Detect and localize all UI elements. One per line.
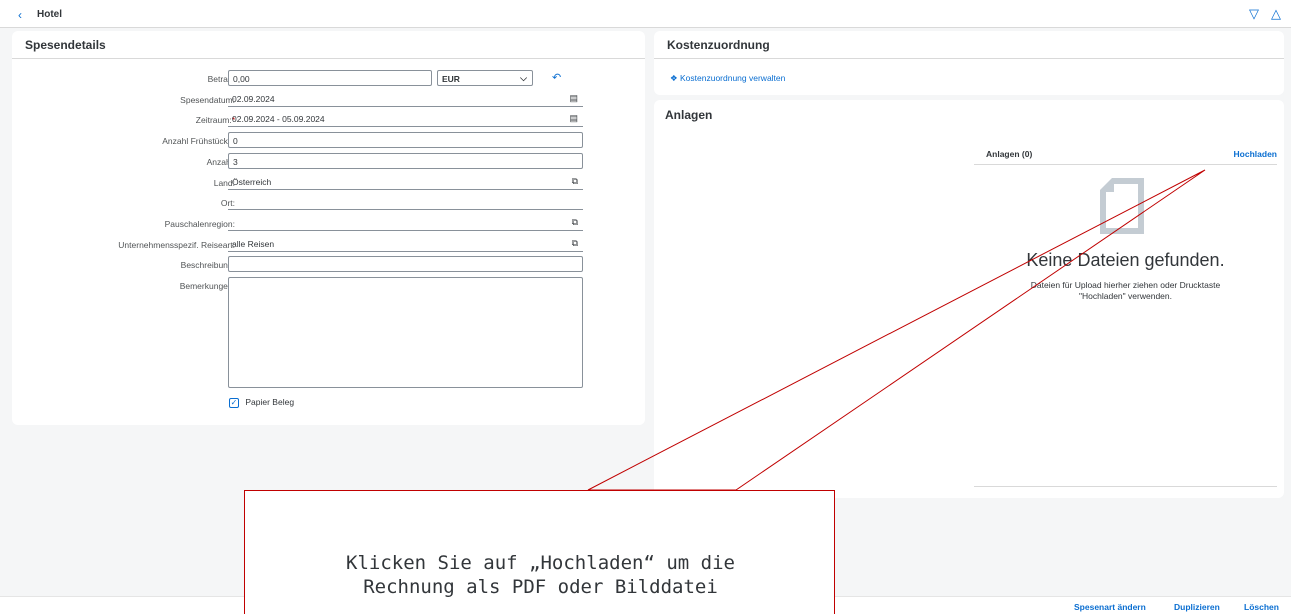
- pauschalenregion-row: Pauschalenregion: ⧉: [12, 215, 645, 232]
- empty-state-title: Keine Dateien gefunden.: [1026, 250, 1225, 270]
- fruehstuecke-label: Anzahl Frühstücke:: [162, 136, 235, 146]
- beschreibung-label: Beschreibung:: [180, 260, 235, 270]
- currency-convert-icon[interactable]: ↶: [552, 71, 561, 84]
- value-help-icon[interactable]: ⧉: [572, 176, 578, 187]
- zeitraum-value: 02.09.2024 - 05.09.2024: [232, 114, 325, 124]
- betrag-row: Betrag: 0,00 EUR ⌵ ↶: [12, 70, 645, 87]
- spesendetails-title: Spesendetails: [12, 31, 645, 59]
- papier-beleg-checkbox[interactable]: ✓: [229, 397, 239, 408]
- zeitraum-input[interactable]: 02.09.2024 - 05.09.2024 ▤: [228, 111, 583, 127]
- papier-beleg-row: ✓ Papier Beleg: [229, 397, 294, 408]
- callout-line-1: Klicken Sie auf „Hochladen“ um die: [346, 552, 735, 574]
- pauschalenregion-input[interactable]: ⧉: [228, 215, 583, 231]
- callout-line-2: Rechnung als PDF oder Bilddatei: [363, 576, 718, 598]
- zeitraum-row: Zeitraum:* 02.09.2024 - 05.09.2024 ▤: [12, 111, 645, 128]
- spesendatum-row: Spesendatum: 02.09.2024 ▤: [12, 91, 645, 108]
- empty-state-description: Dateien für Upload hierher ziehen oder D…: [974, 280, 1277, 302]
- callout-box: Klicken Sie auf „Hochladen“ um die Rechn…: [244, 490, 835, 614]
- pauschalenregion-label: Pauschalenregion:: [164, 219, 235, 229]
- value-help-icon[interactable]: ⧉: [572, 238, 578, 249]
- land-value: Österreich: [232, 177, 272, 187]
- triangle-up-icon[interactable]: △: [1271, 6, 1281, 22]
- back-icon[interactable]: ‹: [18, 8, 22, 22]
- reiseart-input[interactable]: alle Reisen ⧉: [228, 236, 583, 252]
- ort-row: Ort:: [12, 194, 645, 211]
- attachments-count: Anlagen (0): [986, 149, 1033, 159]
- header-bar: ‹ Hotel ▽ △: [0, 0, 1291, 28]
- spesendatum-input[interactable]: 02.09.2024 ▤: [228, 91, 583, 107]
- delete-button[interactable]: Löschen: [1244, 602, 1279, 612]
- fruehstuecke-row: Anzahl Frühstücke: 0: [12, 132, 645, 149]
- attachments-divider: [974, 486, 1277, 487]
- cost-assignment-icon: ❖: [670, 73, 678, 83]
- papier-beleg-label: Papier Beleg: [245, 397, 295, 407]
- spesendetails-panel: Spesendetails Betrag: 0,00 EUR ⌵ ↶ Spese…: [12, 31, 645, 425]
- empty-desc-line-2: "Hochladen" verwenden.: [1079, 291, 1172, 301]
- spesendatum-value: 02.09.2024: [232, 94, 275, 104]
- calendar-icon[interactable]: ▤: [569, 113, 578, 124]
- anlagen-title: Anlagen: [665, 108, 713, 122]
- anlagen-panel: Anlagen Anlagen (0) Hochladen Keine Date…: [654, 100, 1284, 498]
- page-title: Hotel: [37, 9, 62, 20]
- currency-select[interactable]: EUR ⌵: [437, 70, 533, 86]
- anzahl-row: Anzahl: 3: [12, 153, 645, 170]
- kostenzuordnung-title: Kostenzuordnung: [654, 31, 1284, 59]
- value-help-icon[interactable]: ⧉: [572, 217, 578, 228]
- empty-desc-line-1: Dateien für Upload hierher ziehen oder D…: [1030, 280, 1221, 290]
- land-row: Land: Österreich ⧉: [12, 174, 645, 191]
- currency-value: EUR: [442, 74, 460, 84]
- kostenzuordnung-link[interactable]: ❖ Kostenzuordnung verwalten: [670, 73, 785, 84]
- kostenzuordnung-panel: Kostenzuordnung ❖ Kostenzuordnung verwal…: [654, 31, 1284, 95]
- bemerkungen-textarea[interactable]: [228, 277, 583, 388]
- anzahl-input[interactable]: 3: [228, 153, 583, 169]
- document-icon: [1100, 178, 1144, 234]
- beschreibung-input[interactable]: [228, 256, 583, 272]
- reiseart-value: alle Reisen: [232, 239, 275, 249]
- beschreibung-row: Beschreibung:: [12, 256, 645, 273]
- calendar-icon[interactable]: ▤: [569, 93, 578, 104]
- reiseart-label: Unternehmensspezif. Reiseart:: [118, 240, 235, 250]
- land-input[interactable]: Österreich ⧉: [228, 174, 583, 190]
- betrag-input[interactable]: 0,00: [228, 70, 432, 86]
- reiseart-row: Unternehmensspezif. Reiseart: alle Reise…: [12, 236, 645, 253]
- upload-button[interactable]: Hochladen: [1234, 149, 1277, 159]
- callout-text: Klicken Sie auf „Hochladen“ um die Rechn…: [245, 551, 836, 599]
- duplicate-button[interactable]: Duplizieren: [1174, 602, 1220, 612]
- fruehstuecke-input[interactable]: 0: [228, 132, 583, 148]
- kostenzuordnung-link-label: Kostenzuordnung verwalten: [680, 73, 786, 83]
- change-expense-type-button[interactable]: Spesenart ändern: [1074, 602, 1146, 612]
- ort-input[interactable]: [228, 194, 583, 210]
- spesendatum-label: Spesendatum:: [180, 95, 235, 105]
- bemerkungen-label: Bemerkungen:: [179, 281, 235, 291]
- attachments-toolbar: Anlagen (0) Hochladen: [974, 145, 1277, 165]
- chevron-down-icon: ⌵: [520, 73, 527, 83]
- triangle-down-icon[interactable]: ▽: [1249, 6, 1259, 22]
